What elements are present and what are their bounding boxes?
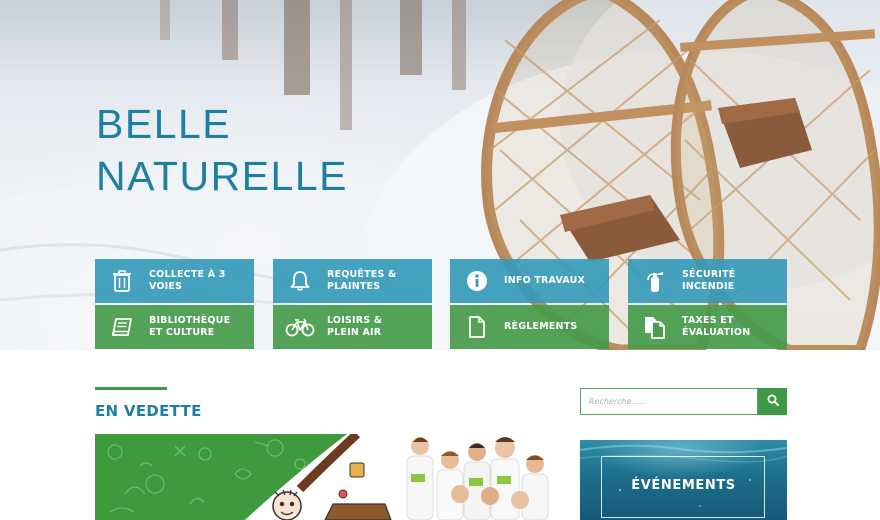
search-field[interactable] bbox=[580, 388, 758, 415]
tile-info-travaux[interactable]: INFO TRAVAUX bbox=[450, 259, 609, 303]
featured-illustration bbox=[95, 434, 549, 520]
tile-label: TAXES ET ÉVALUATION bbox=[682, 315, 751, 338]
tile-loisirs[interactable]: LOISIRS & PLEIN AIR bbox=[273, 305, 432, 349]
tile-securite-incendie[interactable]: SÉCURITÉ INCENDIE bbox=[628, 259, 787, 303]
document-icon bbox=[462, 314, 492, 340]
tile-taxes[interactable]: TAXES ET ÉVALUATION bbox=[628, 305, 787, 349]
search-input[interactable] bbox=[581, 389, 757, 414]
tile-label: INFO TRAVAUX bbox=[504, 275, 586, 286]
tile-requetes[interactable]: REQUÊTES & PLAINTES bbox=[273, 259, 432, 303]
events-card[interactable]: ÉVÉNEMENTS bbox=[580, 440, 787, 520]
tile-label: LOISIRS & PLEIN AIR bbox=[327, 315, 383, 338]
trash-can-icon bbox=[107, 268, 137, 294]
tile-label: COLLECTE À 3 VOIES bbox=[149, 269, 226, 292]
featured-image[interactable] bbox=[95, 434, 557, 520]
hero-title: BELLE NATURELLE bbox=[96, 101, 348, 199]
section-title-en-vedette: EN VEDETTE bbox=[95, 402, 202, 420]
tile-collecte[interactable]: COLLECTE À 3 VOIES bbox=[95, 259, 254, 303]
tile-bibliotheque[interactable]: BIBLIOTHÈQUE ET CULTURE bbox=[95, 305, 254, 349]
quick-links-grid: COLLECTE À 3 VOIES REQUÊTES & PLAINTES I… bbox=[95, 259, 787, 350]
search-button[interactable] bbox=[758, 388, 787, 415]
search-icon bbox=[767, 393, 779, 411]
fire-extinguisher-icon bbox=[640, 268, 670, 294]
documents-icon bbox=[640, 314, 670, 340]
bell-icon bbox=[285, 268, 315, 294]
book-icon bbox=[107, 314, 137, 340]
tile-label: RÈGLEMENTS bbox=[504, 321, 578, 332]
tile-reglements[interactable]: RÈGLEMENTS bbox=[450, 305, 609, 349]
bicycle-icon bbox=[285, 314, 315, 340]
tile-label: BIBLIOTHÈQUE ET CULTURE bbox=[149, 315, 231, 338]
hero-banner: BELLE NATURELLE COLLECTE À 3 VOIES REQUÊ… bbox=[0, 0, 880, 350]
events-label: ÉVÉNEMENTS bbox=[631, 478, 736, 493]
tile-label: SÉCURITÉ INCENDIE bbox=[682, 269, 736, 292]
section-divider bbox=[95, 387, 167, 390]
tile-label: REQUÊTES & PLAINTES bbox=[327, 269, 397, 292]
info-circle-icon bbox=[462, 268, 492, 294]
